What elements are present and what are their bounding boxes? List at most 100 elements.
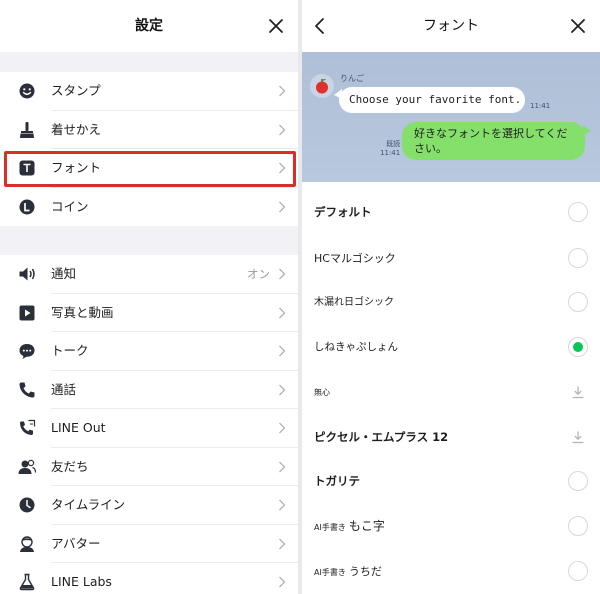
- settings-row-lineout[interactable]: LINE Out: [0, 409, 298, 448]
- row-label: トーク: [51, 343, 89, 358]
- row-label: コイン: [51, 198, 89, 214]
- font-option-selected[interactable]: しねきゃぷしょん: [302, 325, 600, 370]
- read-label: 既読: [386, 140, 401, 148]
- flask-icon: [17, 572, 37, 592]
- phone-out-icon: [17, 418, 37, 438]
- chevron-right-icon: [278, 124, 286, 136]
- row-label: 写真と動画: [51, 304, 114, 320]
- chevron-right-icon: [278, 576, 286, 588]
- smiley-icon: [17, 81, 37, 101]
- speaker-icon: [17, 264, 37, 284]
- settings-row-labs[interactable]: LINE Labs: [0, 563, 298, 594]
- font-radio[interactable]: [568, 516, 588, 536]
- chat-icon: [17, 341, 37, 361]
- row-label: 通話: [51, 381, 77, 397]
- settings-row-media[interactable]: 写真と動画: [0, 293, 298, 332]
- font-radio[interactable]: [568, 202, 588, 222]
- phone-icon: [17, 380, 37, 400]
- font-name: しねきゃぷしょん: [314, 341, 398, 353]
- settings-row-talk[interactable]: トーク: [0, 332, 298, 371]
- sender-name: りんご: [340, 74, 364, 83]
- font-name: もこ字: [348, 519, 385, 533]
- settings-row-call[interactable]: 通話: [0, 370, 298, 409]
- download-icon[interactable]: [571, 385, 585, 399]
- font-radio[interactable]: [568, 471, 588, 491]
- row-label: タイムライン: [51, 497, 126, 512]
- font-option[interactable]: AI手書き うちだ: [302, 549, 600, 594]
- close-button[interactable]: [264, 14, 288, 38]
- settings-row-avatar[interactable]: アバター: [0, 524, 298, 563]
- settings-row-timeline[interactable]: タイムライン: [0, 486, 298, 525]
- settings-row-stamp[interactable]: スタンプ: [0, 72, 298, 111]
- row-label: 通知: [51, 266, 77, 281]
- font-radio[interactable]: [568, 248, 588, 268]
- font-option[interactable]: AI手書き もこ字: [302, 504, 600, 549]
- font-option[interactable]: 木漏れ日ゴシック: [302, 280, 600, 325]
- chevron-right-icon: [278, 461, 286, 473]
- outgoing-time: 11:41: [380, 149, 401, 157]
- chevron-right-icon: [278, 201, 286, 213]
- play-icon: [17, 303, 37, 323]
- chevron-right-icon: [278, 307, 286, 319]
- chevron-right-icon: [278, 538, 286, 550]
- settings-header: 設定: [0, 0, 298, 52]
- row-label: 友だち: [51, 458, 89, 474]
- close-button[interactable]: [566, 14, 590, 38]
- chevron-right-icon: [278, 499, 286, 511]
- font-label: AI手書き もこ字: [314, 504, 385, 550]
- font-name: トガリテ: [314, 474, 360, 488]
- clock-icon: [17, 495, 37, 515]
- font-name: HCマルゴシック: [314, 252, 396, 265]
- font-label: AI手書き うちだ: [314, 549, 382, 594]
- row-label: LINE Out: [51, 420, 106, 435]
- page-title: 設定: [135, 18, 163, 34]
- read-receipt: 既読 11:41: [380, 140, 400, 158]
- settings-row-theme[interactable]: 着せかえ: [0, 110, 298, 149]
- chevron-right-icon: [278, 268, 286, 280]
- font-prefix: AI手書き: [314, 568, 346, 577]
- row-label: LINE Labs: [51, 574, 112, 589]
- row-label: アバター: [51, 535, 101, 551]
- coin-icon: [17, 197, 37, 217]
- font-radio[interactable]: [568, 292, 588, 312]
- font-option[interactable]: トガリテ: [302, 459, 600, 504]
- font-option[interactable]: ピクセル・エムプラス 12: [302, 415, 600, 460]
- font-name: デフォルト: [314, 205, 372, 219]
- settings-row-font[interactable]: フォント: [0, 149, 298, 188]
- font-name: うちだ: [348, 565, 382, 578]
- font-prefix: AI手書き: [314, 523, 346, 532]
- incoming-time: 11:41: [530, 102, 551, 110]
- chevron-right-icon: [278, 422, 286, 434]
- settings-row-friends[interactable]: 友だち: [0, 447, 298, 486]
- close-icon: [566, 14, 590, 38]
- font-panel: フォント りんご Choose your favorite font. 11:4…: [302, 0, 600, 594]
- chevron-right-icon: [278, 85, 286, 97]
- row-value: オン: [247, 267, 270, 281]
- outgoing-message: 好きなフォントを選択してください。: [402, 122, 585, 160]
- settings-row-coin[interactable]: コイン: [0, 187, 298, 226]
- page-title: フォント: [423, 18, 479, 34]
- font-preview: りんご Choose your favorite font. 11:41 既読 …: [302, 52, 600, 182]
- font-name: 木漏れ日ゴシック: [314, 297, 394, 308]
- font-option[interactable]: HCマルゴシック: [302, 236, 600, 281]
- font-name: 無心: [314, 388, 330, 397]
- chevron-right-icon: [278, 384, 286, 396]
- brush-icon: [17, 120, 37, 140]
- font-option[interactable]: デフォルト: [302, 190, 600, 235]
- settings-row-notify[interactable]: 通知 オン: [0, 255, 298, 294]
- font-header: フォント: [302, 0, 600, 52]
- download-icon[interactable]: [571, 430, 585, 444]
- font-icon: [17, 158, 37, 178]
- incoming-message: Choose your favorite font.: [339, 87, 525, 113]
- section-gap: [0, 226, 298, 255]
- avatar-icon: [17, 534, 37, 554]
- close-icon: [264, 14, 288, 38]
- font-radio-selected[interactable]: [568, 337, 588, 357]
- font-name: ピクセル・エムプラス 12: [314, 430, 449, 444]
- row-label: 着せかえ: [51, 121, 102, 137]
- outgoing-bubble-tail: [583, 125, 591, 135]
- chevron-right-icon: [278, 345, 286, 357]
- font-option[interactable]: 無心: [302, 370, 600, 415]
- font-radio[interactable]: [568, 561, 588, 581]
- row-label: フォント: [51, 160, 102, 175]
